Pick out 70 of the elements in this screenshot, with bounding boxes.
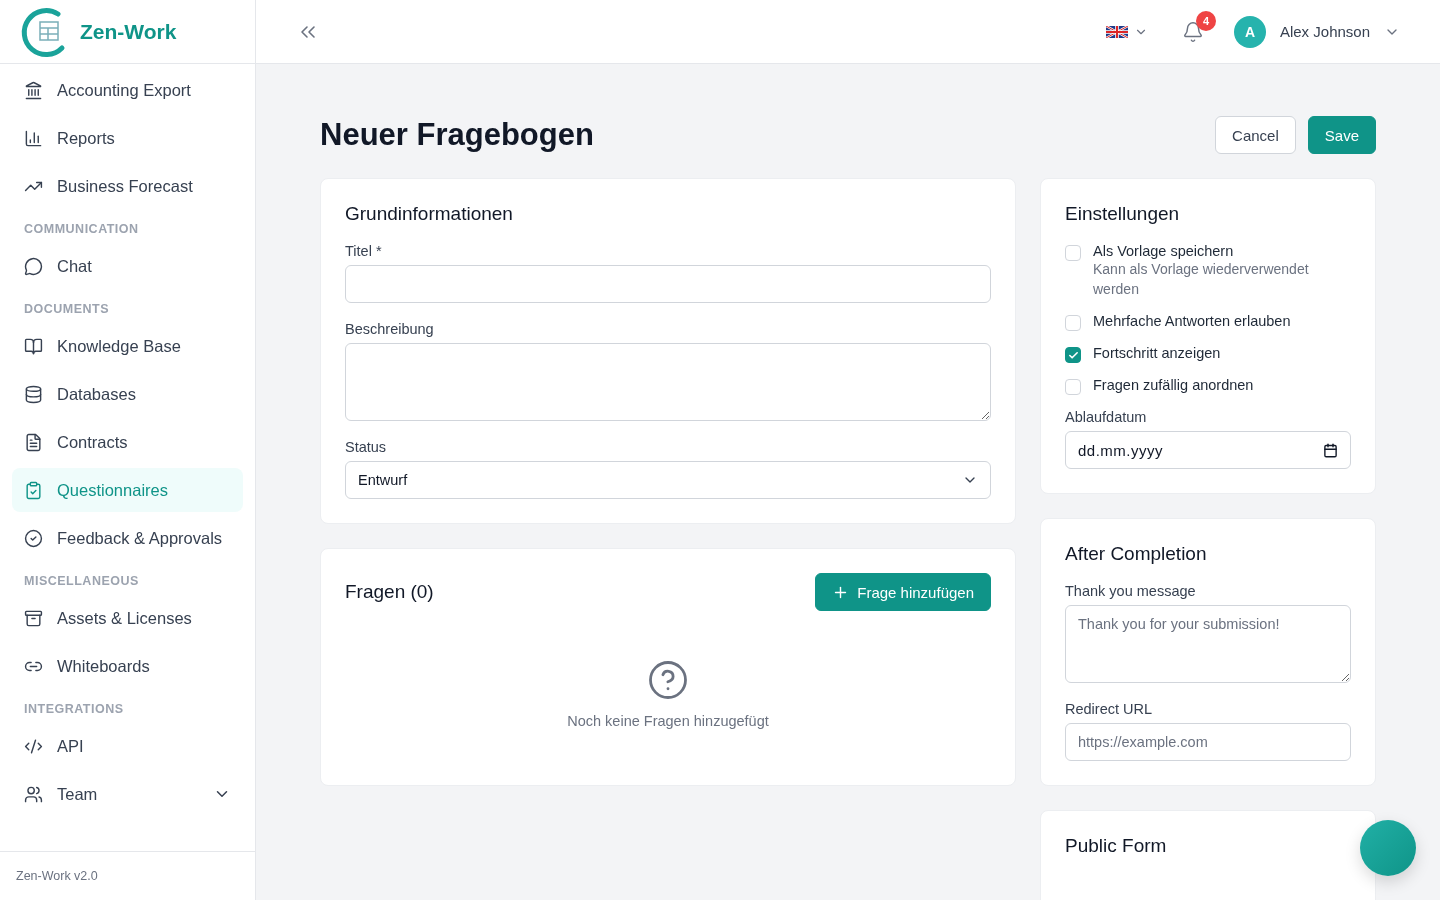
checkbox[interactable] — [1065, 347, 1081, 363]
brand-name: Zen-Work — [80, 19, 177, 44]
sidebar-item[interactable]: Reports — [12, 116, 243, 160]
nav-section-label: COMMUNICATION — [23, 221, 140, 238]
flag-icon — [1105, 25, 1128, 38]
sidebar-item[interactable]: Databases — [12, 372, 243, 416]
sidebar-item[interactable]: Team — [12, 772, 243, 816]
check-icon — [1067, 349, 1079, 361]
nav-icon — [24, 384, 43, 404]
option-label: Fortschritt anzeigen — [1093, 345, 1221, 361]
nav-icon — [24, 784, 43, 804]
cancel-button[interactable]: Cancel — [1215, 116, 1296, 154]
empty-message: Noch keine Fragen hinzugefügt — [567, 713, 769, 729]
card-title: Einstellungen — [1065, 203, 1181, 225]
input-field[interactable] — [345, 265, 991, 303]
bell-icon — [1181, 20, 1204, 43]
nav-icon — [24, 480, 43, 500]
language-button[interactable] — [1105, 24, 1148, 39]
option-hint: Kann als Vorlage wiederverwendet werden — [1093, 260, 1310, 299]
option-label: Fragen zufällig anordnen — [1093, 377, 1254, 393]
floating-action-button[interactable] — [1360, 820, 1416, 876]
sidebar-item[interactable]: Whiteboards — [12, 644, 243, 688]
card-title: Grundinformationen — [345, 203, 514, 225]
field-label: Titel * — [345, 243, 383, 259]
field-label: Ablaufdatum — [1065, 409, 1148, 425]
question-icon — [647, 659, 689, 701]
nav-icon — [24, 336, 43, 356]
sidebar-item[interactable]: Accounting Export — [12, 68, 243, 112]
add-question-button[interactable]: Frage hinzufügen — [815, 573, 991, 611]
date-field[interactable]: dd.mm.yyyy — [1065, 431, 1351, 469]
avatar: A — [1233, 15, 1266, 48]
nav-icon — [24, 256, 43, 276]
card-title: Fragen (0) — [345, 581, 434, 603]
notification-badge: 4 — [1195, 10, 1216, 31]
card-title: Public Form — [1065, 835, 1168, 857]
field-label: Redirect URL — [1065, 701, 1154, 717]
nav-icon — [24, 432, 43, 452]
field-label: Beschreibung — [345, 321, 435, 337]
user-menu-button[interactable]: A Alex Johnson — [1233, 15, 1400, 48]
input-field[interactable]: https://example.com — [1065, 723, 1351, 761]
nav-section-label: MISCELLANEOUS — [23, 573, 140, 590]
status-select[interactable]: Entwurf — [345, 461, 991, 499]
nav-icon — [24, 80, 43, 100]
page-title: Neuer Fragebogen — [320, 117, 595, 153]
sidebar-item[interactable]: Feedback & Approvals — [12, 516, 243, 560]
sidebar-item[interactable]: Contracts — [12, 420, 243, 464]
card-title: After Completion — [1065, 543, 1208, 565]
nav-section-label: DOCUMENTS — [23, 301, 111, 318]
field-label: Thank you message — [1065, 583, 1197, 599]
field-label: Status — [345, 439, 388, 455]
sidebar-item[interactable]: API — [12, 724, 243, 768]
save-button[interactable]: Save — [1307, 116, 1376, 154]
user-name: Alex Johnson — [1279, 23, 1370, 40]
option-label: Als Vorlage speichern — [1093, 243, 1235, 259]
nav-icon — [24, 128, 43, 148]
notifications-button[interactable] — [1181, 20, 1204, 43]
sidebar-item[interactable]: Knowledge Base — [12, 324, 243, 368]
nav-icon — [24, 528, 43, 548]
nav-icon — [24, 608, 43, 628]
nav-section-label: INTEGRATIONS — [23, 701, 125, 718]
sidebar-item[interactable]: Business Forecast — [12, 164, 243, 208]
nav-icon — [24, 736, 43, 756]
textarea-field[interactable]: Thank you for your submission! — [1065, 605, 1351, 683]
calendar-icon — [1323, 442, 1338, 458]
option-label: Mehrfache Antworten erlauben — [1093, 313, 1291, 329]
textarea-field[interactable] — [345, 343, 991, 421]
sidebar-item[interactable]: Questionnaires — [12, 468, 243, 512]
sidebar-item[interactable]: Assets & Licenses — [12, 596, 243, 640]
version-label: Zen-Work v2.0 — [0, 851, 255, 900]
sidebar-item[interactable]: Chat — [12, 244, 243, 288]
